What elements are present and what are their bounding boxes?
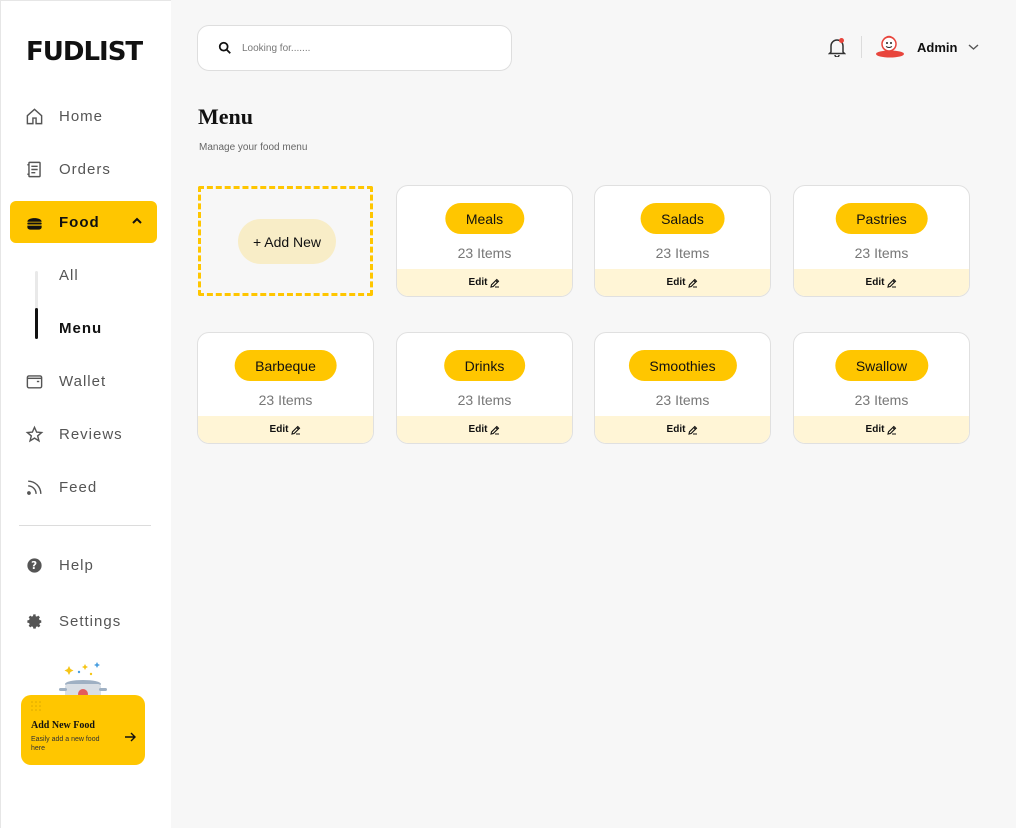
edit-button[interactable]: Edit [397, 269, 572, 296]
item-count: 23 Items [457, 392, 512, 408]
item-count: 23 Items [655, 245, 710, 261]
sidebar-item-food[interactable]: Food [10, 201, 157, 243]
gear-icon [27, 614, 42, 629]
pencil-icon [490, 278, 500, 288]
edit-button[interactable]: Edit [794, 416, 969, 443]
edit-label: Edit [865, 277, 885, 288]
brand-logo[interactable]: FUDLIST [26, 37, 143, 67]
sidebar-item-help[interactable]: ? Help [25, 556, 94, 575]
sidebar-item-label: Home [59, 108, 104, 125]
chevron-up-icon [132, 217, 142, 224]
sidebar-item-label: Settings [59, 613, 122, 630]
chevron-down-icon[interactable] [968, 43, 979, 51]
page-title: Menu [198, 104, 253, 129]
edit-button[interactable]: Edit [595, 269, 770, 296]
category-name[interactable]: Drinks [443, 350, 526, 381]
sidebar-item-reviews[interactable]: Reviews [25, 425, 123, 444]
header-divider [861, 36, 862, 58]
receipt-icon [27, 161, 41, 178]
category-name[interactable]: Barbeque [234, 350, 337, 381]
burger-icon [27, 217, 42, 230]
edit-label: Edit [666, 277, 686, 288]
sidebar-item-label: Orders [59, 161, 111, 178]
edit-label: Edit [666, 424, 686, 435]
home-icon [26, 108, 43, 125]
edit-button[interactable]: Edit [397, 416, 572, 443]
edit-label: Edit [468, 277, 488, 288]
category-card: Salads 23 Items Edit [594, 185, 771, 297]
page-subtitle: Manage your food menu [199, 142, 308, 153]
sidebar-item-label: Food [59, 213, 100, 231]
svg-text:?: ? [31, 560, 38, 572]
sidebar-divider [19, 525, 151, 526]
rss-feed-icon [27, 480, 42, 495]
item-count: 23 Items [854, 392, 909, 408]
add-new-food-promo[interactable]: Add New Food Easily add a new food here [21, 695, 145, 765]
category-name[interactable]: Salads [640, 203, 725, 234]
dot-pattern-icon [31, 701, 41, 711]
add-new-category-card[interactable]: + Add New [198, 186, 373, 296]
item-count: 23 Items [457, 245, 512, 261]
sidebar-subitem-menu[interactable]: Menu [59, 320, 102, 337]
sidebar-item-label: Feed [59, 479, 98, 496]
avatar[interactable] [875, 34, 905, 58]
category-name[interactable]: Meals [444, 203, 525, 234]
category-name[interactable]: Swallow [834, 350, 929, 381]
sidebar-item-settings[interactable]: Settings [25, 612, 121, 631]
help-icon: ? [27, 558, 42, 573]
category-name[interactable]: Pastries [835, 203, 928, 234]
sidebar-item-label: Wallet [59, 373, 107, 390]
pencil-icon [688, 425, 698, 435]
edit-button[interactable]: Edit [198, 416, 373, 443]
sidebar-item-feed[interactable]: Feed [25, 478, 97, 497]
wallet-icon [26, 375, 43, 389]
pencil-icon [688, 278, 698, 288]
sidebar-item-wallet[interactable]: Wallet [25, 372, 106, 391]
category-card: Pastries 23 Items Edit [793, 185, 970, 297]
sidebar-item-home[interactable]: Home [25, 107, 103, 126]
category-name[interactable]: Smoothies [628, 350, 737, 381]
pencil-icon [490, 425, 500, 435]
pencil-icon [887, 278, 897, 288]
sidebar-item-label: Reviews [59, 426, 123, 443]
star-icon [25, 425, 44, 443]
category-card: Barbeque 23 Items Edit [197, 332, 374, 444]
notification-bell-icon[interactable] [828, 37, 846, 57]
category-card: Swallow 23 Items Edit [793, 332, 970, 444]
sidebar-item-orders[interactable]: Orders [25, 160, 111, 179]
edit-button[interactable]: Edit [794, 269, 969, 296]
category-card: Meals 23 Items Edit [396, 185, 573, 297]
edit-label: Edit [865, 424, 885, 435]
item-count: 23 Items [854, 245, 909, 261]
sidebar: FUDLIST Home Orders Food All Menu Wallet… [0, 0, 171, 828]
sidebar-subitem-all[interactable]: All [59, 267, 79, 284]
brand-logo-text: FUDLIST [26, 37, 143, 67]
sidebar-item-label: Help [59, 557, 94, 574]
edit-label: Edit [468, 424, 488, 435]
category-card: Drinks 23 Items Edit [396, 332, 573, 444]
edit-label: Edit [269, 424, 289, 435]
edit-button[interactable]: Edit [595, 416, 770, 443]
item-count: 23 Items [655, 392, 710, 408]
pencil-icon [887, 425, 897, 435]
item-count: 23 Items [258, 392, 313, 408]
user-name[interactable]: Admin [917, 40, 957, 55]
pencil-icon [291, 425, 301, 435]
add-new-button[interactable]: + Add New [238, 219, 336, 264]
search-bar[interactable] [197, 25, 512, 71]
search-input[interactable] [242, 42, 482, 54]
search-icon [218, 41, 231, 54]
submenu-active-indicator [35, 308, 38, 339]
category-card: Smoothies 23 Items Edit [594, 332, 771, 444]
arrow-right-icon [125, 732, 136, 742]
promo-title: Add New Food [31, 720, 95, 731]
promo-subtitle: Easily add a new food here [31, 736, 100, 752]
